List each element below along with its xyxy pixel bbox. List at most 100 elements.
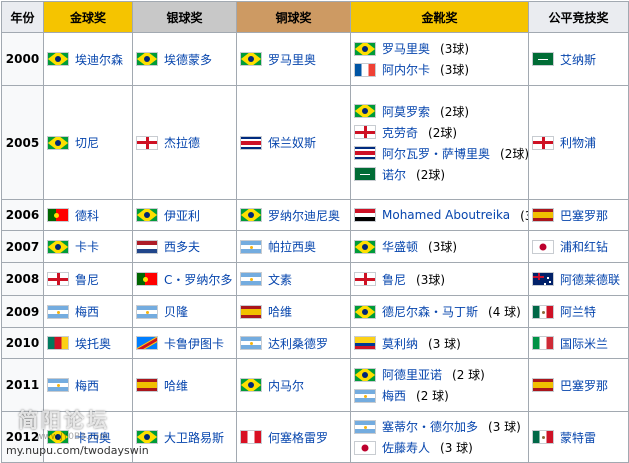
flag-arg-icon [240,239,262,254]
goal-count: (2球) [500,146,529,161]
silver-ball-winner-link[interactable]: 哈维 [164,377,188,394]
golden-boot-cell: 阿德里亚诺 (2 球) 梅西 (2 球) [350,358,529,412]
header-year: 年份 [1,1,44,33]
golden-boot-winner-link[interactable]: 鲁尼 [382,271,406,288]
fair-play-team-link[interactable]: 巴塞罗那 [560,377,608,394]
bronze-ball-winner-link[interactable]: 保兰奴斯 [268,134,316,151]
header-silver-ball: 银球奖 [132,1,237,33]
bronze-ball-winner-link[interactable]: 达利桑德罗 [268,335,328,352]
golden-ball-winner-link[interactable]: 鲁尼 [75,271,99,288]
bronze-ball-winner-link[interactable]: 哈维 [268,303,292,320]
fair-play-team-link[interactable]: 蒙特雷 [560,429,596,446]
golden-boot-entry: 阿尔瓦罗・萨博里奥 (2球) [354,143,529,164]
silver-ball-winner-link[interactable]: 贝隆 [164,303,188,320]
flag-por-icon [136,272,158,286]
goal-count: (2 球) [452,368,485,382]
golden-ball-winner-link[interactable]: 德科 [75,207,99,224]
silver-ball-winner-link[interactable]: 杰拉德 [164,134,200,151]
flag-ksa-icon [532,52,554,66]
header-row: 年份 金球奖 银球奖 铜球奖 金靴奖 公平竞技奖 [1,1,629,33]
golden-ball-winner-link[interactable]: 埃托奥 [75,335,111,352]
golden-boot-winner-link[interactable]: 佐藤寿人 [382,439,430,456]
player-entry: 梅西 [47,377,129,394]
player-entry: 哈维 [240,303,347,320]
golden-boot-winner-link[interactable]: 梅西 [382,387,406,404]
silver-ball-winner-link[interactable]: 大卫路易斯 [164,429,224,446]
golden-ball-winner-link[interactable]: 埃迪尔森 [75,51,123,68]
fair-play-team-link[interactable]: 巴塞罗那 [560,207,608,224]
flag-jpn-icon [532,239,554,254]
flag-mex-icon [532,430,554,444]
bronze-ball-cell: 内马尔 [236,358,351,412]
flag-jpn-icon [354,440,376,455]
golden-boot-winner-link[interactable]: 罗马里奥 [382,40,430,57]
silver-ball-winner-link[interactable]: 西多夫 [164,238,200,255]
golden-ball-winner-link[interactable]: 切尼 [75,134,99,151]
golden-boot-winner-link[interactable]: 阿德里亚诺 [382,366,442,383]
golden-boot-winner-link[interactable]: Mohamed Aboutreika [382,208,510,222]
golden-ball-cell: 切尼 [43,85,133,200]
fair-play-team-link[interactable]: 浦和红钻 [560,238,608,255]
flag-arg-icon [47,378,69,392]
golden-boot-winner-link[interactable]: 克劳奇 [382,124,418,141]
golden-boot-winner-link[interactable]: 塞蒂尔・德尔加多 [382,418,478,435]
player-entry: 哈维 [136,377,233,394]
fair-play-team-link[interactable]: 阿兰特 [560,303,596,320]
golden-boot-entry: 鲁尼 (3球) [354,269,525,290]
golden-boot-winner-link[interactable]: 阿尔瓦罗・萨博里奥 [382,145,490,162]
bronze-ball-winner-link[interactable]: 罗纳尔迪尼奥 [268,207,340,224]
golden-ball-winner-link[interactable]: 卡卡 [75,238,99,255]
golden-boot-winner-link[interactable]: 华盛顿 [382,238,418,255]
golden-boot-winner-link[interactable]: 阿莫罗索 [382,103,430,120]
golden-boot-winner-link[interactable]: 德尼尔森・马丁斯 [382,303,478,320]
flag-bra-icon [354,239,376,254]
silver-ball-winner-link[interactable]: 伊亚利 [164,207,200,224]
flag-bra-icon [136,430,158,444]
flag-per-icon [240,430,262,444]
golden-boot-cell: 德尼尔森・马丁斯 (4 球) [350,295,529,328]
fair-play-team-link[interactable]: 利物浦 [560,134,596,151]
golden-boot-winner-link[interactable]: 诺尔 [382,166,406,183]
bronze-ball-winner-link[interactable]: 帕拉西奥 [268,238,316,255]
goal-count: (3 球) [428,336,461,351]
player-entry: 德科 [47,207,129,224]
golden-ball-winner-link[interactable]: 梅西 [75,303,99,320]
golden-boot-entry: 塞蒂尔・德尔加多 (3 球) [354,416,525,437]
golden-ball-winner-link[interactable]: 梅西 [75,377,99,394]
bronze-ball-winner-link[interactable]: 何塞格雷罗 [268,429,328,446]
golden-ball-cell: 卡西奥 [43,411,133,463]
silver-ball-winner-link[interactable]: 卡鲁伊图卡 [164,335,224,352]
silver-ball-winner-link[interactable]: 埃德蒙多 [164,51,212,68]
golden-boot-winner-link[interactable]: 阿内尔卡 [382,61,430,78]
table-row: 2007 卡卡 西多夫 帕拉西奥 华盛顿 (3球) 浦和红钻 [1,230,629,263]
player-entry: 卡卡 [47,238,129,255]
year-cell: 2006 [1,199,44,231]
silver-ball-winner-link[interactable]: C・罗纳尔多 [164,271,232,288]
flag-esp-icon [532,208,554,222]
bronze-ball-cell: 何塞格雷罗 [236,411,351,463]
flag-bra-icon [47,239,69,254]
flag-egy-icon [354,208,376,222]
bronze-ball-winner-link[interactable]: 内马尔 [268,377,304,394]
fair-play-team-link[interactable]: 阿德莱德联 [560,271,620,288]
flag-esp-icon [240,304,262,319]
bronze-ball-winner-link[interactable]: 文素 [268,271,292,288]
player-entry: 埃德蒙多 [136,51,233,68]
player-entry: 鲁尼 [47,271,129,288]
goal-count: (3球) [416,272,446,287]
goal-count: (2球) [416,167,446,182]
golden-boot-winner-link[interactable]: 莫利纳 [382,335,418,352]
fair-play-team-link[interactable]: 艾纳斯 [560,51,596,68]
player-entry: 蒙特雷 [532,429,625,446]
player-entry: 卡鲁伊图卡 [136,335,233,352]
flag-esp-icon [136,378,158,392]
golden-ball-winner-link[interactable]: 卡西奥 [75,429,111,446]
fair-play-team-link[interactable]: 国际米兰 [560,335,608,352]
flag-crc-icon [240,135,262,150]
flag-eng-icon [47,272,69,286]
bronze-ball-cell: 罗纳尔迪尼奥 [236,199,351,231]
bronze-ball-winner-link[interactable]: 罗马里奥 [268,51,316,68]
silver-ball-cell: 卡鲁伊图卡 [132,327,237,359]
flag-col-icon [354,336,376,350]
golden-boot-entry: 阿德里亚诺 (2 球) [354,364,525,385]
